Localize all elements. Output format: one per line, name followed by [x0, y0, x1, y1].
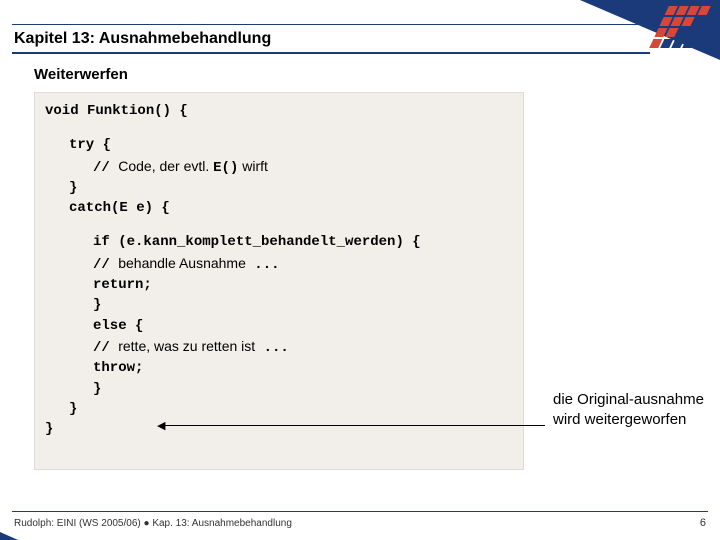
arrow-head-icon: ◀ — [157, 419, 165, 432]
annotation-text: die Original-ausnahme wird weitergeworfe… — [553, 390, 713, 429]
code-line: } — [45, 419, 513, 439]
code-line: // behandle Ausnahme ... — [45, 253, 513, 275]
code-line: try { — [45, 135, 513, 155]
code-line: void Funktion() { — [45, 101, 513, 121]
code-line: } — [45, 178, 513, 198]
code-line: } — [45, 379, 513, 399]
code-line: if (e.kann_komplett_behandelt_werden) { — [45, 232, 513, 252]
slide-subtitle: Weiterwerfen — [34, 66, 128, 83]
code-block: void Funktion() { try { // Code, der evt… — [34, 92, 524, 470]
code-line: } — [45, 399, 513, 419]
footer-text: Rudolph: EINI (WS 2005/06) ● Kap. 13: Au… — [14, 518, 292, 529]
chapter-title: Kapitel 13: Ausnahmebehandlung — [14, 30, 271, 48]
footer-triangle — [0, 532, 18, 540]
code-line: throw; — [45, 358, 513, 378]
arrow-line — [160, 425, 545, 426]
page-number: 6 — [700, 517, 706, 529]
code-line: return; — [45, 275, 513, 295]
code-line: catch(E e) { — [45, 198, 513, 218]
code-line: // rette, was zu retten ist ... — [45, 336, 513, 358]
code-line: } — [45, 295, 513, 315]
code-line: else { — [45, 316, 513, 336]
divider-bottom — [12, 52, 650, 54]
divider-top — [12, 24, 650, 25]
code-line: // Code, der evtl. E() wirft — [45, 156, 513, 178]
footer-divider — [12, 511, 708, 512]
